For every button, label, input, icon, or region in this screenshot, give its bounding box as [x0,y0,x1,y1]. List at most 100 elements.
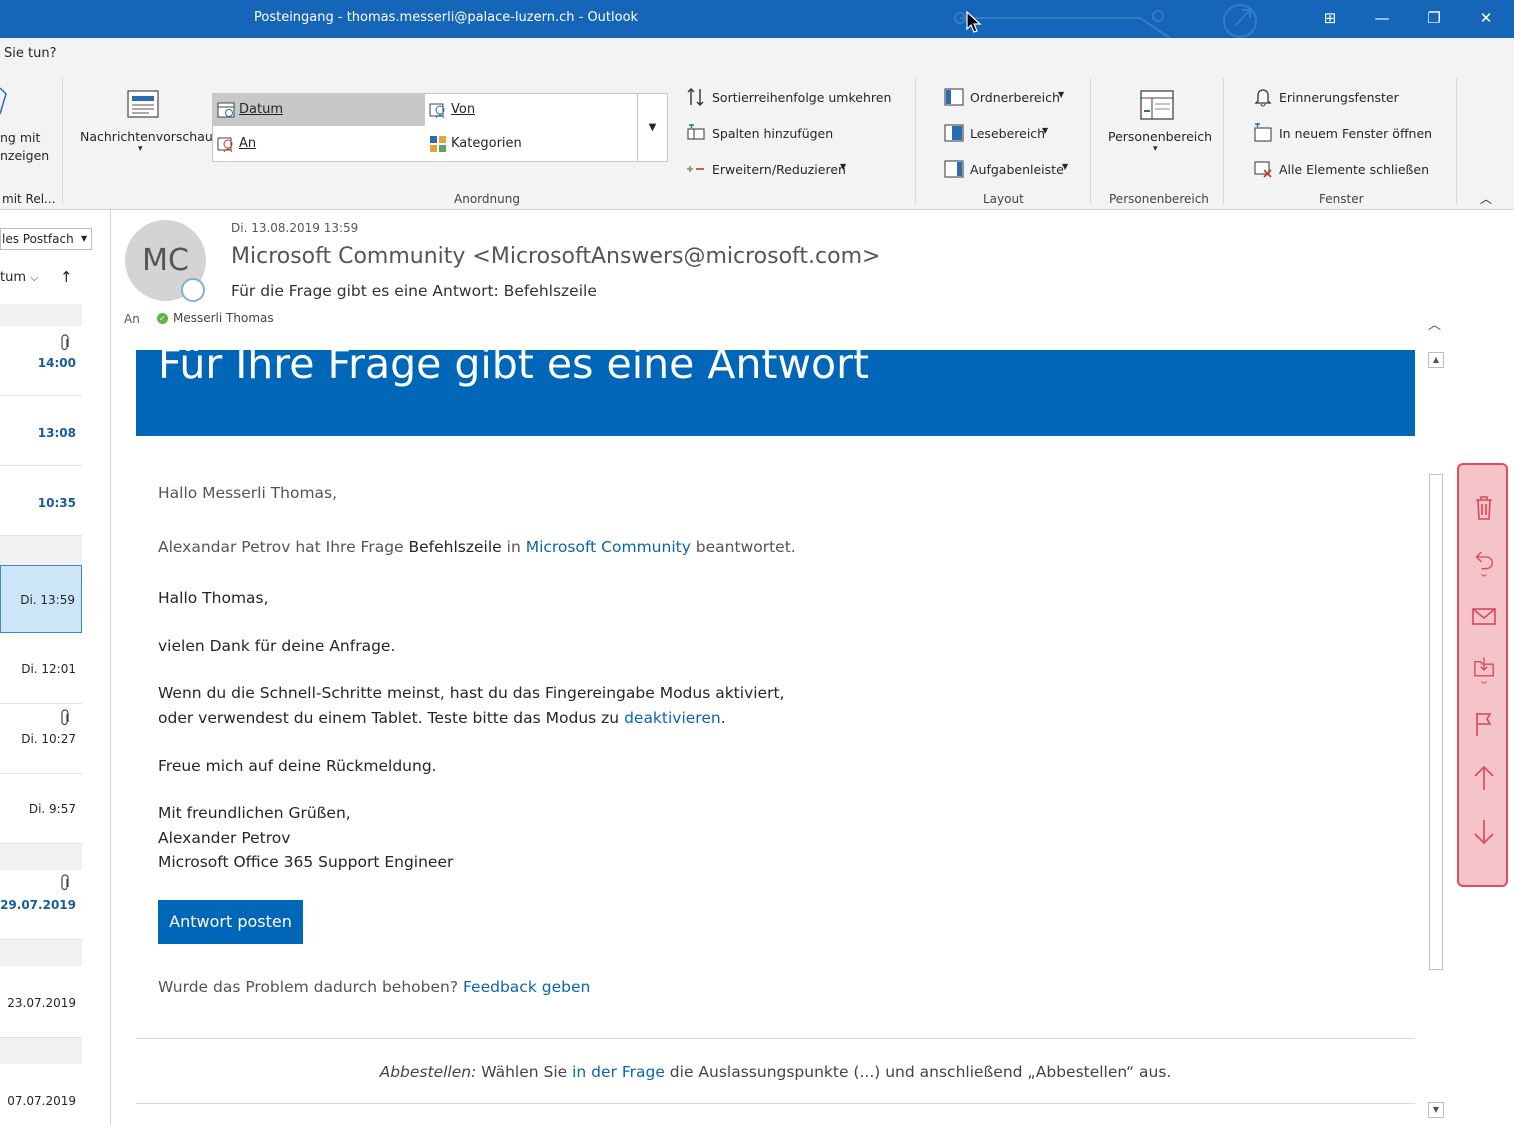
list-item[interactable]: Di. 10:27 [0,704,82,774]
paperclip-icon [60,709,70,731]
question-link[interactable]: in der Frage [572,1063,665,1081]
arrange-by-date[interactable]: Datum [213,94,425,126]
sort-direction-arrow-icon[interactable]: ↑ [60,268,73,286]
list-group-header [0,304,82,326]
left-group-label: mit Rel... [2,192,56,206]
message-preview-button[interactable]: Nachrichtenvorschau ▾ [72,84,213,162]
close-button[interactable]: ✕ [1473,7,1499,31]
list-item-selected[interactable]: Di. 13:59 [0,565,82,633]
arrange-by-categories[interactable]: Kategorien [425,128,637,160]
flag-icon[interactable] [1469,709,1499,739]
expand-collapse-icon [687,166,704,172]
message-list-pane: les Postfach ▼ tum ⌵ ↑ 14:00 13:08 10:35… [0,210,111,1125]
collapse-ribbon-button[interactable]: ︿ [1480,190,1492,207]
list-item[interactable]: Di. 12:01 [0,634,82,704]
arrangement-group-label: Anordnung [454,192,520,206]
reverse-sort-label: Sortierreihenfolge umkehren [712,90,892,105]
arrangement-gallery: Datum Von An Kategorien ▼ [212,93,668,162]
restore-button[interactable]: ❐ [1421,7,1447,31]
contact-card-icon [429,103,445,119]
sort-by-dropdown[interactable]: tum ⌵ [0,270,38,285]
community-link[interactable]: Microsoft Community [526,538,691,556]
message-preview-icon [127,90,159,118]
presence-status-icon [181,278,205,302]
collapse-header-icon[interactable]: ︿ [1428,314,1441,333]
unsubscribe-text-a: Wählen Sie [476,1063,573,1081]
intro-topic: Befehlszeile [408,538,502,556]
banner-heading: Für Ihre Frage gibt es eine Antwort [158,350,870,388]
gallery-expand-button[interactable]: ▼ [637,94,667,161]
answer-text: oder verwendest du einem Tablet. Teste b… [158,709,625,727]
answer-line-2: oder verwendest du einem Tablet. Teste b… [158,709,726,727]
move-to-folder-icon[interactable] [1469,655,1499,685]
people-pane-button[interactable]: Personenbereich ▾ [1100,84,1215,164]
todo-bar-icon [944,160,964,178]
list-item[interactable]: 07.07.2019 [0,1064,82,1125]
add-columns-button[interactable]: Spalten hinzufügen [686,122,906,148]
deactivate-link[interactable]: deaktivieren [624,709,721,727]
list-item[interactable]: 29.07.2019 [0,870,82,940]
expand-collapse-button[interactable]: Erweitern/Reduzieren ▼ [686,158,906,184]
intro-text-b: beantwortet. [690,538,796,556]
list-item[interactable]: 14:00 [0,326,82,396]
chevron-down-icon: ▼ [1062,162,1069,171]
reverse-sort-button[interactable]: Sortierreihenfolge umkehren [686,86,906,112]
todo-bar-label: Aufgabenleiste [970,162,1064,177]
unsubscribe-line: Abbestellen: Wählen Sie in der Frage die… [136,1063,1415,1081]
folder-pane-icon [944,88,964,106]
left-group-line1[interactable]: ng mit [0,130,40,145]
close-all-items-button[interactable]: Alle Elemente schließen [1253,158,1443,184]
mail-body: Für Ihre Frage gibt es eine Antwort Hall… [136,350,1416,1125]
list-item[interactable]: Di. 9:57 [0,774,82,844]
feedback-link[interactable]: Feedback geben [463,978,590,996]
arrange-by-to[interactable]: An [213,128,425,160]
unsubscribe-label: Abbestellen: [379,1063,477,1081]
scroll-down-button[interactable]: ▼ [1428,1102,1444,1118]
todo-bar-button[interactable]: Aufgabenleiste ▼ [944,158,1084,184]
arrow-down-icon[interactable] [1469,817,1499,847]
add-columns-icon [687,124,705,140]
expand-collapse-label: Erweitern/Reduzieren [712,162,846,177]
feedback-line: Wurde das Problem dadurch behoben? Feedb… [158,978,590,996]
open-new-window-button[interactable]: In neuem Fenster öffnen [1253,122,1443,148]
mail-icon[interactable] [1469,601,1499,631]
list-item-time: 10:35 [37,496,76,510]
tell-me-box[interactable]: Sie tun? [4,46,56,61]
arrow-up-icon[interactable] [1469,763,1499,793]
folder-pane-button[interactable]: Ordnerbereich ▼ [944,86,1084,112]
reminders-window-label: Erinnerungsfenster [1279,90,1399,105]
chevron-down-icon: ⌵ [30,271,39,284]
calendar-icon [217,102,235,118]
mouse-cursor-icon [966,11,982,33]
delete-icon[interactable] [1469,493,1499,523]
scroll-up-button[interactable]: ▲ [1428,352,1444,368]
unsubscribe-text-b: die Auslassungspunkte (...) und anschlie… [664,1063,1172,1081]
search-scope-dropdown[interactable]: les Postfach ▼ [0,228,92,250]
sort-by-label: tum [0,270,26,285]
left-group-line2[interactable]: nzeigen [0,148,49,163]
vertical-scrollbar[interactable]: ▲ ▼ [1427,350,1445,1120]
list-item[interactable]: 13:08 [0,396,82,466]
ribbon-display-options-button[interactable]: ⊞ [1317,7,1343,31]
reply-icon[interactable] [1469,547,1499,577]
ribbon-separator [1456,78,1457,204]
layout-group-label: Layout [983,192,1024,206]
chevron-down-icon: ▾ [138,144,143,154]
reading-pane-button[interactable]: Lesebereich ▼ [944,122,1084,148]
signature-line-1: Mit freundlichen Grüßen, [158,804,351,822]
arrange-by-from[interactable]: Von [425,94,637,126]
people-pane-icon [1140,90,1174,120]
minimize-button[interactable]: — [1369,7,1395,31]
reminders-window-button[interactable]: Erinnerungsfenster [1253,86,1443,112]
message-sender[interactable]: Microsoft Community <MicrosoftAnswers@mi… [231,244,880,269]
recipient-name[interactable]: Messerli Thomas [173,311,274,325]
list-item-time: 29.07.2019 [0,898,76,912]
available-status-icon: ✓ [157,313,168,324]
post-answer-button[interactable]: Antwort posten [158,900,303,944]
closing-line: Freue mich auf deine Rückmeldung. [158,757,437,775]
scrollbar-thumb[interactable] [1429,474,1443,970]
list-item[interactable]: 23.07.2019 [0,966,82,1038]
list-item[interactable]: 10:35 [0,466,82,536]
partial-icon [0,87,7,115]
people-group-label: Personenbereich [1109,192,1209,206]
